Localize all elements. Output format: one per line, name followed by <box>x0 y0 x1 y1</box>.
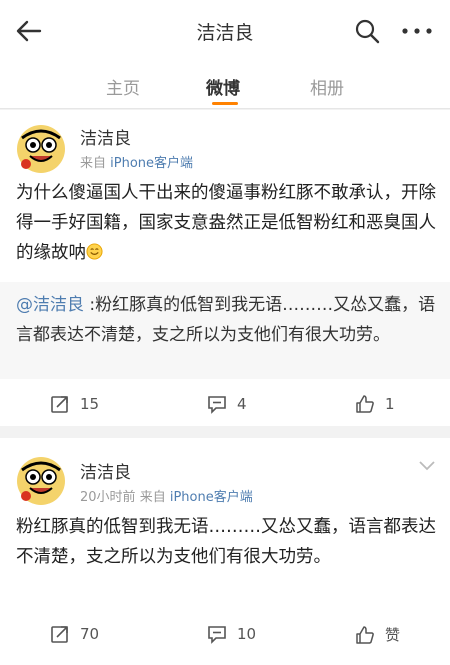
profile-tabs: 主页 微博 相册 <box>0 64 450 109</box>
tab-home[interactable]: 主页 <box>106 74 140 99</box>
repost-count: 70 <box>80 625 100 643</box>
comment-button[interactable]: 10 <box>207 624 256 644</box>
action-bar: 70 10 赞 <box>0 616 450 652</box>
comment-count: 10 <box>237 625 257 643</box>
post-meta: 20小时前 来自 iPhone客户端 <box>80 486 253 505</box>
active-tab-indicator <box>212 102 238 105</box>
chevron-down-icon[interactable] <box>418 460 436 472</box>
post-text: 粉红豚真的低智到我无语………又怂又蠢，语言都表达不清楚，支之所以为支他们有很大功… <box>16 517 436 567</box>
comment-icon <box>208 626 226 644</box>
tab-album[interactable]: 相册 <box>310 74 344 99</box>
repost-icon <box>51 396 68 413</box>
comment-icon <box>208 396 226 414</box>
tab-weibo[interactable]: 微博 <box>206 74 240 99</box>
comment-button[interactable]: 4 <box>207 394 247 414</box>
search-icon[interactable] <box>354 18 380 44</box>
like-button[interactable]: 1 <box>355 394 395 414</box>
repost-button[interactable]: 70 <box>50 624 99 644</box>
source-prefix: 来自 <box>139 490 166 505</box>
like-button[interactable]: 赞 <box>355 624 400 645</box>
source-link[interactable]: iPhone客户端 <box>170 490 253 505</box>
repost-button[interactable]: 15 <box>50 394 99 414</box>
top-bar: 洁洁良 <box>0 0 450 64</box>
source-link[interactable]: iPhone客户端 <box>110 156 193 171</box>
smile-emoji-icon <box>86 243 103 260</box>
post-time: 20小时前 <box>80 490 136 505</box>
comment-count: 4 <box>237 395 247 413</box>
avatar[interactable] <box>16 456 66 506</box>
repost-icon <box>51 626 68 643</box>
author-name[interactable]: 洁洁良 <box>80 458 131 483</box>
action-bar: 15 4 1 <box>0 386 450 422</box>
mention-link[interactable]: @洁洁良 <box>16 295 84 315</box>
source-prefix: 来自 <box>80 156 107 171</box>
post-text-content: 为什么傻逼国人干出来的傻逼事粉红豚不敢承认，开除得一手好国籍，国家支意盎然正是低… <box>16 183 436 263</box>
more-icon[interactable] <box>400 18 434 44</box>
thumbs-up-icon <box>356 395 374 413</box>
post-text: 为什么傻逼国人干出来的傻逼事粉红豚不敢承认，开除得一手好国籍，国家支意盎然正是低… <box>16 178 438 268</box>
avatar[interactable] <box>16 124 66 174</box>
repost-count: 15 <box>80 395 100 413</box>
post-meta: 来自 iPhone客户端 <box>80 152 193 171</box>
author-name[interactable]: 洁洁良 <box>80 124 131 149</box>
like-count: 1 <box>385 395 395 413</box>
post-card[interactable]: 洁洁良 来自 iPhone客户端 为什么傻逼国人干出来的傻逼事粉红豚不敢承认，开… <box>0 110 450 426</box>
repost-block[interactable]: @洁洁良 :粉红豚真的低智到我无语………又怂又蠢，语言都表达不清楚，支之所以为支… <box>0 282 450 379</box>
page-title: 洁洁良 <box>196 22 254 44</box>
like-label: 赞 <box>385 626 401 644</box>
thumbs-up-icon <box>356 625 374 644</box>
post-card[interactable]: 洁洁良 20小时前 来自 iPhone客户端 粉红豚真的低智到我无语………又怂又… <box>0 438 450 665</box>
repost-text: @洁洁良 :粉红豚真的低智到我无语………又怂又蠢，语言都表达不清楚，支之所以为支… <box>16 290 438 350</box>
